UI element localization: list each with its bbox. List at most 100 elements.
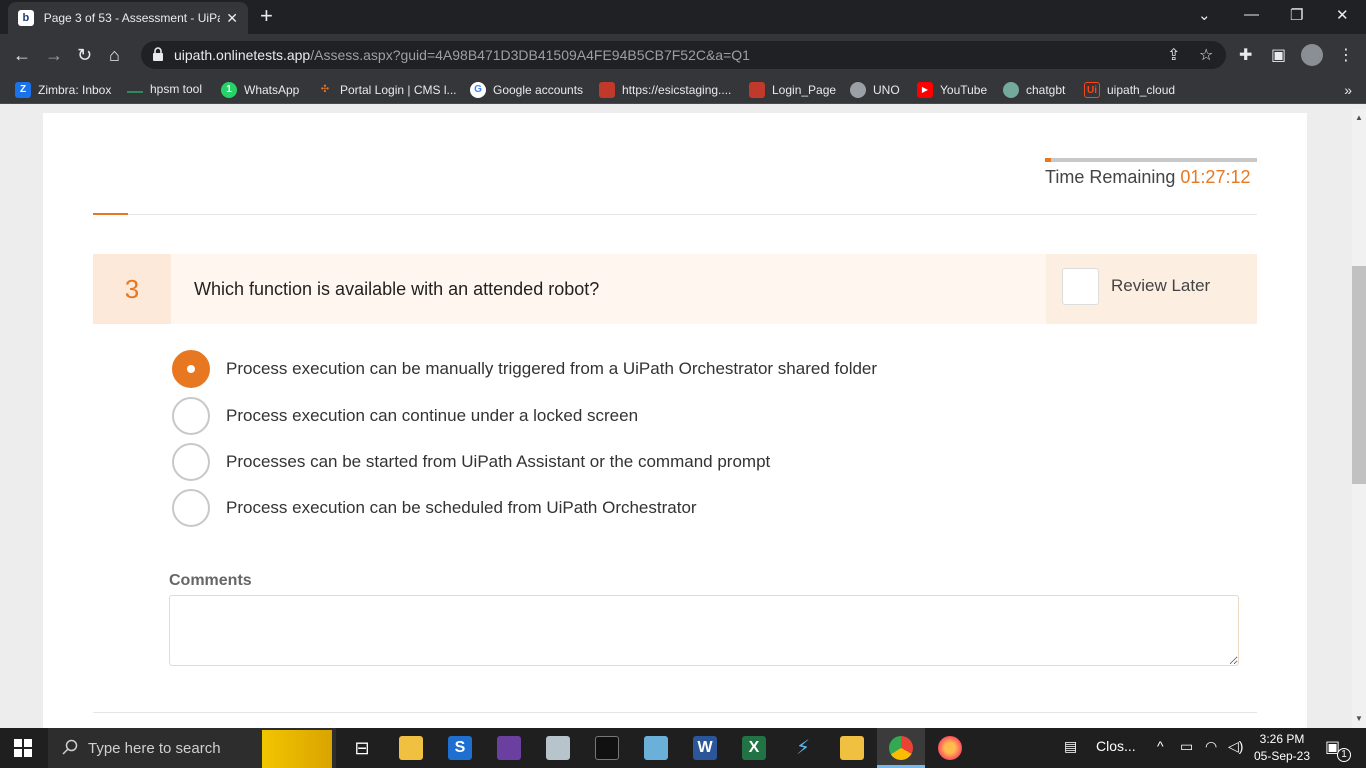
bookmark-google-accounts[interactable]: G Google accounts [470, 82, 583, 98]
tray-overflow-icon[interactable]: ^ [1157, 738, 1164, 754]
time-progress-fill [1045, 158, 1052, 162]
forward-icon[interactable]: → [45, 45, 63, 65]
option-label[interactable]: Process execution can be manually trigge… [226, 359, 877, 379]
firefox-icon[interactable] [938, 736, 962, 760]
chrome-icon[interactable] [889, 736, 913, 760]
bookmark-label: hpsm tool [150, 82, 203, 96]
new-tab-icon[interactable]: + [260, 5, 273, 27]
share-icon[interactable]: ⇪ [1167, 45, 1180, 65]
bookmark-zimbra[interactable]: Z Zimbra: Inbox [15, 82, 111, 98]
uipath-icon: Ui [1084, 82, 1100, 98]
home-icon[interactable]: ⌂ [109, 45, 120, 65]
bookmark-uno[interactable]: UNO [850, 82, 900, 98]
footer-divider [93, 712, 1257, 713]
bookmark-chatgbt[interactable]: chatgbt [1003, 82, 1065, 98]
option-radio[interactable] [172, 397, 210, 435]
side-panel-icon[interactable]: ▣ [1271, 45, 1286, 65]
bookmark-star-icon[interactable]: ☆ [1199, 45, 1213, 65]
bookmark-label: Zimbra: Inbox [38, 83, 112, 97]
bookmarks-overflow-icon[interactable]: » [1344, 82, 1352, 98]
bookmark-uipath-cloud[interactable]: Ui uipath_cloud [1084, 82, 1175, 98]
menu-kebab-icon[interactable]: ⋮ [1338, 45, 1354, 65]
google-icon: G [470, 82, 486, 98]
task-view-icon[interactable]: ⊟ [350, 736, 374, 760]
portal-icon: ✣ [320, 84, 330, 95]
scroll-down-icon[interactable]: ▼ [1352, 712, 1366, 726]
windows-start-icon[interactable] [14, 739, 32, 757]
wifi-icon[interactable]: ◠ [1205, 738, 1217, 755]
bookmark-label: Portal Login | CMS l... [340, 83, 457, 97]
tab-title: Page 3 of 53 - Assessment - UiPath [43, 11, 221, 25]
answer-option-4[interactable]: Process execution can be scheduled from … [172, 489, 697, 527]
site-favicon-icon: b [18, 10, 34, 26]
extensions-icon[interactable]: ✚ [1239, 45, 1252, 65]
login-page-icon [749, 82, 765, 98]
reload-icon[interactable]: ↻ [77, 45, 92, 65]
excel-icon[interactable]: X [742, 736, 766, 760]
option-label[interactable]: Processes can be started from UiPath Ass… [226, 452, 770, 472]
tab-search-icon[interactable]: ⌄ [1198, 6, 1211, 24]
tray-app-icon[interactable]: ▤ [1064, 738, 1077, 755]
url-text[interactable]: uipath.onlinetests.app/Assess.aspx?guid=… [174, 47, 750, 63]
comments-textarea[interactable] [169, 595, 1239, 666]
word-icon[interactable]: W [693, 736, 717, 760]
bookmark-login-page[interactable]: Login_Page [749, 82, 836, 98]
search-highlight-illustration [262, 730, 332, 768]
clock-time: 3:26 PM [1259, 732, 1305, 746]
bookmark-label: https://esicstaging.... [622, 83, 732, 97]
bookmark-hpsm[interactable]: hpsm tool [127, 82, 202, 96]
profile-avatar[interactable] [1301, 44, 1323, 66]
tab-close-icon[interactable]: ✕ [226, 10, 238, 27]
bookmark-esicstaging[interactable]: https://esicstaging.... [599, 82, 731, 98]
bookmark-youtube[interactable]: ▶ YouTube [917, 82, 987, 98]
taskbar-clock[interactable]: 3:26 PM 05-Sep-23 [1252, 731, 1312, 765]
youtube-icon: ▶ [917, 82, 933, 98]
zimbra-icon: Z [15, 82, 31, 98]
scroll-up-icon[interactable]: ▲ [1352, 111, 1366, 125]
app-hex-icon[interactable] [497, 736, 521, 760]
globe-icon [850, 82, 866, 98]
url-host: uipath.onlinetests.app [174, 47, 311, 63]
minimize-icon[interactable]: — [1244, 6, 1259, 23]
taskbar-search-placeholder[interactable]: Type here to search [88, 740, 221, 757]
option-label[interactable]: Process execution can continue under a l… [226, 406, 638, 426]
file-explorer-icon[interactable] [399, 736, 423, 760]
close-window-icon[interactable]: ✕ [1336, 6, 1349, 24]
tray-app-label[interactable]: Clos... [1096, 738, 1136, 754]
bookmark-label: chatgbt [1026, 83, 1066, 97]
back-icon[interactable]: ← [13, 45, 31, 65]
volume-icon[interactable]: ◁) [1228, 738, 1243, 755]
review-later-label[interactable]: Review Later [1111, 276, 1210, 296]
option-radio[interactable] [172, 489, 210, 527]
app-folder-icon[interactable] [840, 736, 864, 760]
bookmark-whatsapp[interactable]: 1 WhatsApp [221, 82, 299, 98]
bookmark-label: Login_Page [772, 83, 837, 97]
url-path: /Assess.aspx?guid=4A98B471D3DB41509A4FE9… [310, 47, 750, 63]
answer-option-3[interactable]: Processes can be started from UiPath Ass… [172, 443, 770, 481]
clock-date: 05-Sep-23 [1253, 749, 1311, 763]
option-radio[interactable] [172, 443, 210, 481]
scrollbar-thumb[interactable] [1352, 266, 1366, 484]
bookmark-label: YouTube [940, 83, 988, 97]
review-later-checkbox[interactable] [1062, 268, 1099, 305]
browser-tab-active[interactable]: b Page 3 of 53 - Assessment - UiPath ✕ [8, 2, 248, 34]
app-remote-icon[interactable] [546, 736, 570, 760]
question-number: 3 [93, 254, 171, 324]
option-radio[interactable] [172, 350, 210, 388]
app-s-icon[interactable]: S [448, 736, 472, 760]
lock-icon [153, 47, 163, 61]
app-cube-icon[interactable] [644, 736, 668, 760]
power-automate-icon[interactable]: ⚡ [791, 736, 815, 760]
answer-option-2[interactable]: Process execution can continue under a l… [172, 397, 638, 435]
time-remaining-label: Time Remaining [1045, 167, 1176, 187]
answer-option-1[interactable]: Process execution can be manually trigge… [172, 350, 877, 388]
bookmarks-bar: Z Zimbra: Inbox hpsm tool 1 WhatsApp ✣ Port… [0, 76, 1366, 104]
battery-icon[interactable]: ▭ [1180, 738, 1193, 755]
restore-icon[interactable]: ❐ [1290, 6, 1303, 24]
question-text: Which function is available with an atte… [194, 279, 600, 299]
bookmark-label: uipath_cloud [1107, 83, 1176, 97]
header-divider [93, 214, 1257, 215]
terminal-icon[interactable] [595, 736, 619, 760]
bookmark-portal-login[interactable]: ✣ Portal Login | CMS l... [317, 82, 457, 98]
option-label[interactable]: Process execution can be scheduled from … [226, 498, 697, 518]
